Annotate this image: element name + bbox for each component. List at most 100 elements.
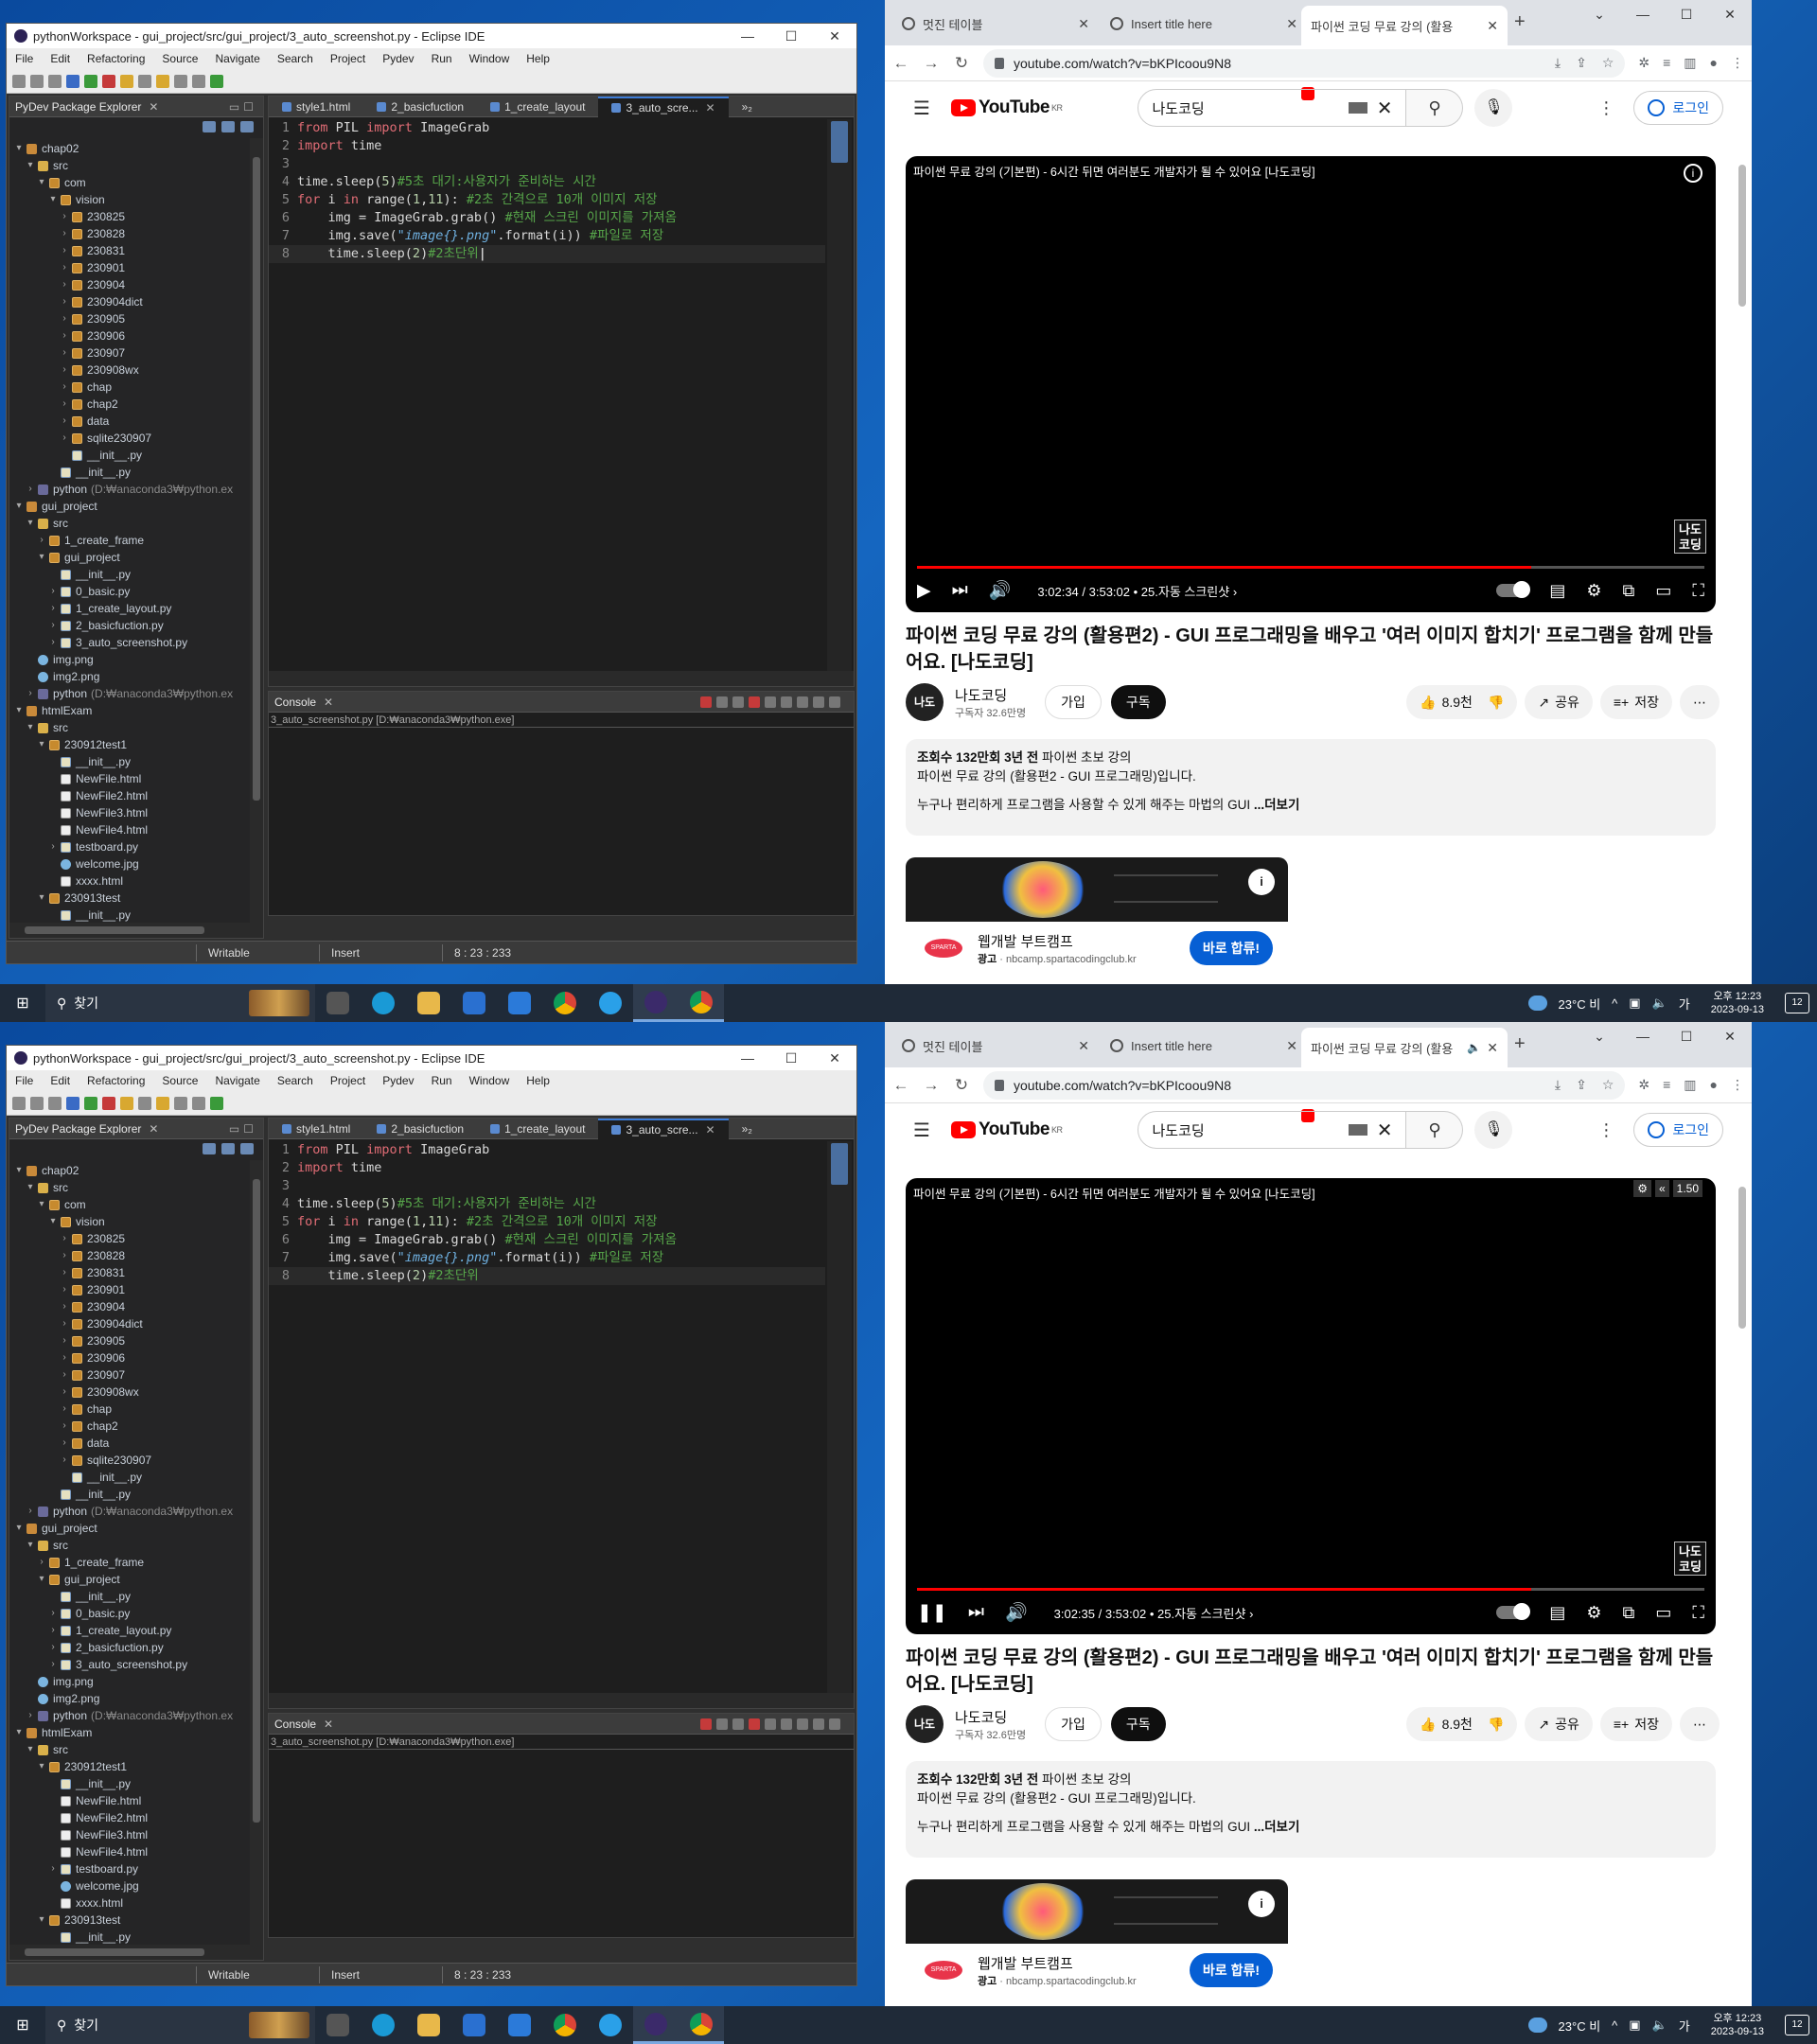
menu-item-window[interactable]: Window [461,1074,519,1087]
display-console-icon[interactable] [813,696,824,708]
search-input[interactable]: 나도코딩 ✕ [1138,89,1407,127]
next-icon[interactable]: ⏭ [968,1602,984,1623]
back-icon[interactable]: ← [892,54,909,73]
tree-item[interactable]: ▾ htmlExam [9,702,250,719]
expand-chevron-icon[interactable]: ▾ [13,702,25,719]
ime-indicator[interactable]: 가 [1679,2017,1690,2035]
like-button[interactable]: 👍 8.9천 👎 [1406,685,1518,719]
tree-item[interactable]: › 230901 [9,259,250,276]
tree-item[interactable]: ▾ src [9,515,250,532]
expand-chevron-icon[interactable]: › [47,617,59,634]
store-icon[interactable] [451,984,497,1022]
expand-chevron-icon[interactable]: › [59,1383,70,1401]
share-button[interactable]: ↗ 공유 [1525,685,1593,719]
tree-item[interactable]: welcome.jpg [9,855,250,872]
menu-item-window[interactable]: Window [461,52,519,65]
new-tab-button[interactable]: + [1514,1033,1526,1055]
join-button[interactable]: 가입 [1045,1707,1102,1741]
ad-card[interactable]: i SPARTA 웹개발 부트캠프 광고 · nbcamp.spartacodi… [906,857,1288,980]
expand-chevron-icon[interactable]: › [59,430,70,447]
tree-item[interactable]: img.png [9,1673,250,1690]
subscribe-button[interactable]: 구독 [1110,1707,1166,1741]
tree-item[interactable]: __init__.py [9,1588,250,1605]
close-button[interactable]: ✕ [1708,1022,1752,1050]
tree-item[interactable]: › 230904dict [9,1315,250,1332]
ad-info-icon[interactable]: i [1248,1891,1275,1917]
remove-launch-icon[interactable] [716,696,728,708]
menu-item-search[interactable]: Search [269,1074,322,1087]
expand-chevron-icon[interactable]: › [59,1452,70,1469]
expand-chevron-icon[interactable]: › [59,225,70,242]
expand-chevron-icon[interactable]: ▾ [36,174,47,191]
tree-item[interactable]: › python (D:₩anaconda3₩python.ex [9,481,250,498]
chrome-icon[interactable] [542,2006,588,2044]
expand-chevron-icon[interactable]: ▾ [13,1162,25,1179]
tree-item[interactable]: › 1_create_frame [9,532,250,549]
menu-item-edit[interactable]: Edit [42,1074,79,1087]
ad-card[interactable]: i SPARTA 웹개발 부트캠프 광고 · nbcamp.spartacodi… [906,1879,1288,2002]
tree-item[interactable]: › 230828 [9,1247,250,1264]
editor-overview-ruler[interactable] [827,1141,852,1693]
tree-item[interactable]: › 1_create_frame [9,1554,250,1571]
tree-item[interactable]: ▾ src [9,1741,250,1758]
expand-chevron-icon[interactable]: › [59,259,70,276]
expand-chevron-icon[interactable]: › [36,532,47,549]
search-icon[interactable] [138,74,151,88]
bookmark-star-icon[interactable]: ☆ [1602,1077,1614,1093]
ad-cta-button[interactable]: 바로 합류! [1189,1953,1273,1987]
tab-fancy-table[interactable]: 멋진 테이블 ✕ [892,1030,1099,1062]
edge-icon[interactable] [361,984,406,1022]
word-wrap-icon[interactable] [781,696,792,708]
save-icon[interactable] [30,74,44,88]
tab-fancy-table[interactable]: 멋진 테이블 ✕ [892,8,1099,40]
editor-hscrollbar[interactable] [269,671,854,686]
expand-chevron-icon[interactable]: ▾ [25,1537,36,1554]
expand-chevron-icon[interactable]: ▾ [13,498,25,515]
expand-chevron-icon[interactable]: › [47,634,59,651]
scroll-lock-icon[interactable] [765,696,776,708]
expand-chevron-icon[interactable]: › [59,1281,70,1298]
code-line[interactable]: 3 [269,155,825,173]
task-view-icon[interactable] [315,2006,361,2044]
tab-search-icon[interactable]: ⌄ [1578,0,1621,28]
pin-console-icon[interactable] [797,696,808,708]
expand-chevron-icon[interactable]: › [59,379,70,396]
tree-item[interactable]: NewFile.html [9,770,250,787]
pydev-icon[interactable] [210,74,223,88]
maximize-button[interactable]: ☐ [769,28,813,44]
expand-chevron-icon[interactable]: › [47,583,59,600]
menu-item-project[interactable]: Project [322,1074,374,1087]
forward-icon[interactable]: → [923,1076,940,1095]
video-player[interactable]: 파이썬 무료 강의 (기본편) - 6시간 뒤면 여러분도 개발자가 될 수 있… [906,156,1716,612]
play-pause-icon[interactable]: ▶ [917,580,931,602]
expand-chevron-icon[interactable]: ▾ [25,719,36,736]
taskbar-search[interactable]: ⚲ 찾기 [45,2006,315,2044]
terminate-icon[interactable] [700,696,712,708]
close-tab-icon[interactable]: ✕ [1078,16,1089,32]
expand-chevron-icon[interactable]: › [59,310,70,327]
page-scrollbar[interactable] [1738,1187,1746,1329]
chrome-menu-icon[interactable]: ⋮ [1731,55,1744,71]
close-icon[interactable]: ✕ [706,1123,715,1137]
tree-item[interactable]: ▾ com [9,174,250,191]
player-title[interactable]: 파이썬 무료 강의 (기본편) - 6시간 뒤면 여러분도 개발자가 될 수 있… [913,162,1315,180]
tree-item[interactable]: ▾ vision [9,1213,250,1230]
close-button[interactable]: ✕ [813,1050,856,1066]
new-icon[interactable] [12,74,26,88]
tree-item[interactable]: › chap2 [9,396,250,413]
tree-item[interactable]: ▾ chap02 [9,140,250,157]
tree-item[interactable]: › python (D:₩anaconda3₩python.ex [9,1503,250,1520]
editor-tab[interactable]: 3_auto_scre... ✕ [598,96,729,117]
extensions-icon[interactable]: ✲ [1638,1077,1649,1093]
chrome-active-icon[interactable] [679,984,724,1022]
tree-item[interactable]: › 230907 [9,1366,250,1383]
install-icon[interactable]: ⤓ [1555,55,1561,71]
expand-chevron-icon[interactable]: ▾ [25,157,36,174]
reload-icon[interactable]: ↻ [953,54,970,73]
menu-item-navigate[interactable]: Navigate [206,52,268,65]
tree-item[interactable]: › 230908wx [9,361,250,379]
maximize-button[interactable]: ☐ [1665,1022,1708,1050]
sign-in-button[interactable]: 로그인 [1633,1113,1723,1147]
menu-item-help[interactable]: Help [518,52,558,65]
menu-item-pydev[interactable]: Pydev [374,1074,422,1087]
